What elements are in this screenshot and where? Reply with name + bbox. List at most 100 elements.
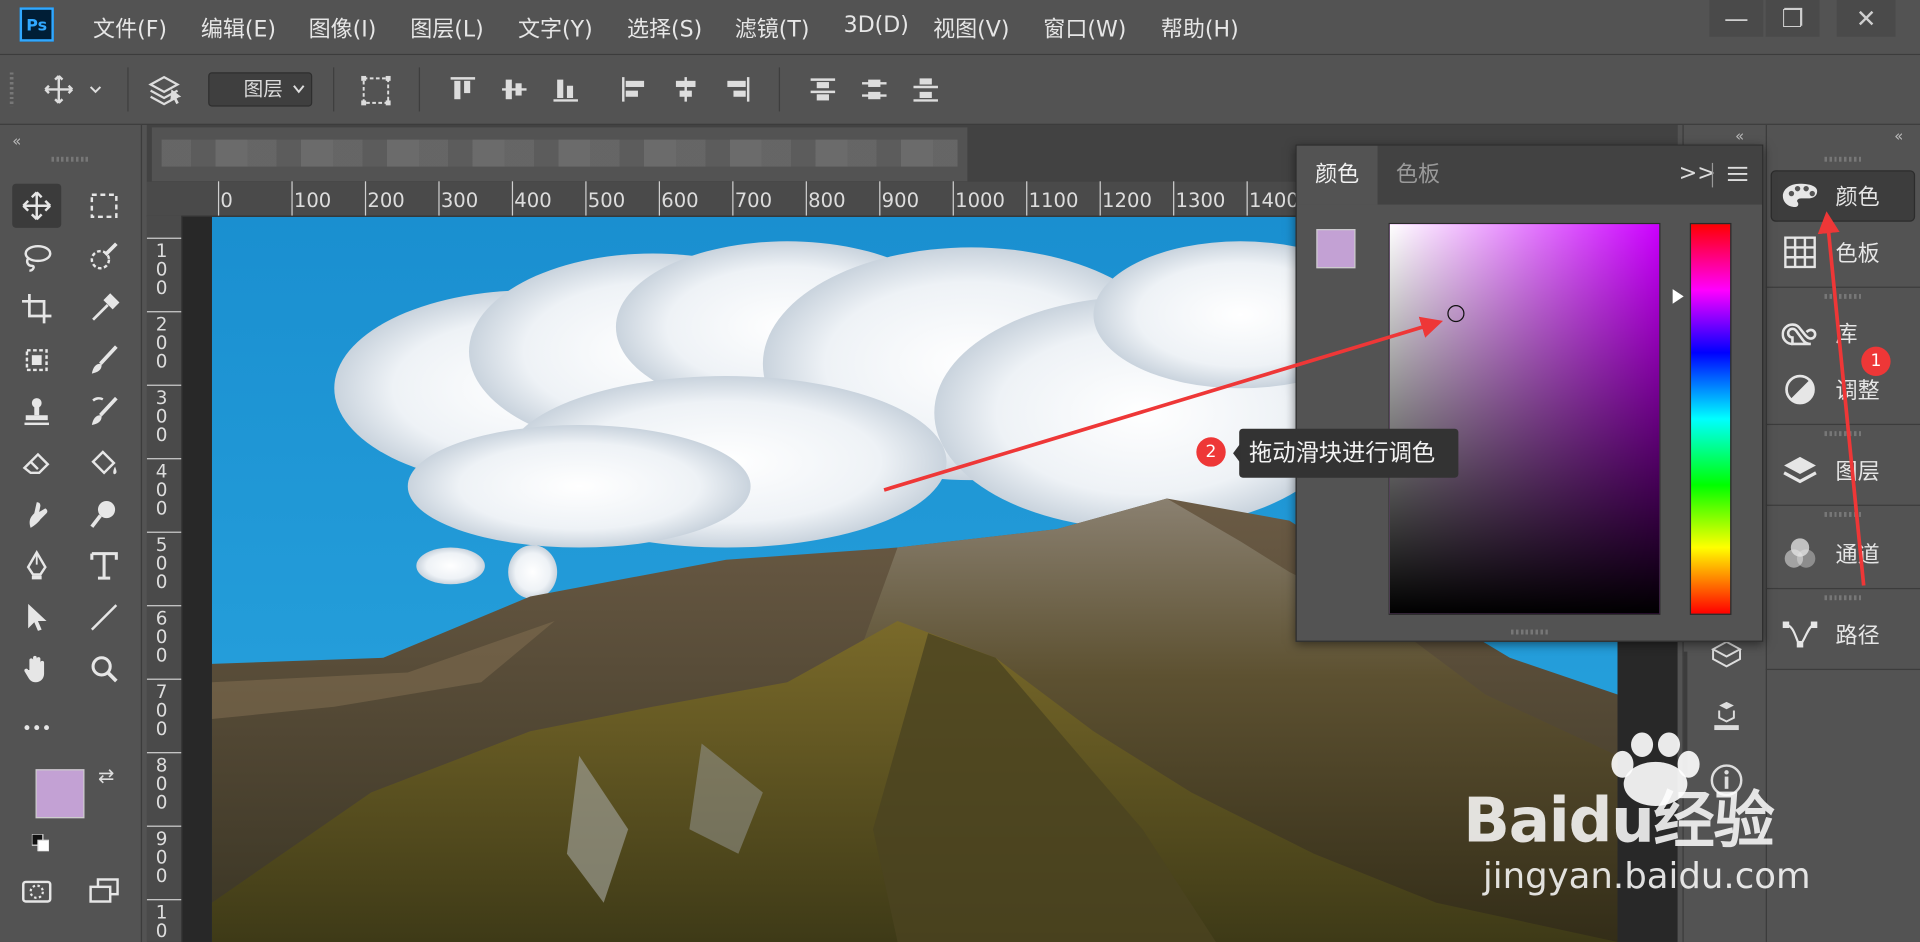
ruler-h-tick <box>1246 181 1248 216</box>
panel-color[interactable]: 颜色 <box>1771 171 1914 221</box>
hue-slider-handle[interactable] <box>1672 289 1684 304</box>
restore-button[interactable]: ❐ <box>1765 0 1820 37</box>
menu-window[interactable]: 窗口(W) <box>1043 12 1126 44</box>
align-vertical-center-icon[interactable] <box>500 75 529 104</box>
eyedropper-tool[interactable] <box>80 287 129 331</box>
path-selection-tool[interactable] <box>12 595 61 639</box>
close-button[interactable]: ✕ <box>1836 0 1896 37</box>
panel-expand-icon[interactable]: >> <box>1679 160 1716 186</box>
menu-select[interactable]: 选择(S) <box>627 12 702 44</box>
panel-paths-label: 路径 <box>1835 623 1880 650</box>
menu-image[interactable]: 图像(I) <box>309 12 377 44</box>
panel-adjustments-label: 调整 <box>1835 378 1880 405</box>
distribute-top-icon[interactable] <box>808 75 837 104</box>
panel-adjustments[interactable]: 调整 <box>1772 365 1914 414</box>
lasso-tool[interactable] <box>12 235 61 279</box>
collapse-dock-icon[interactable]: « <box>1894 127 1903 144</box>
ruler-h-label: 1300 <box>1175 188 1226 212</box>
menu-layer[interactable]: 图层(L) <box>410 12 484 44</box>
color-picker-ring[interactable] <box>1447 305 1465 323</box>
divider <box>1765 668 1920 671</box>
hue-slider[interactable] <box>1689 222 1732 615</box>
ruler-v-label: 300 <box>155 387 168 446</box>
align-top-icon[interactable] <box>448 75 477 104</box>
pen-tool[interactable] <box>12 544 61 588</box>
distribute-bottom-icon[interactable] <box>911 75 940 104</box>
ruler-v-tick <box>146 825 182 827</box>
dock-grip <box>1824 595 1862 601</box>
panel-swatches[interactable]: 色板 <box>1772 228 1914 277</box>
transform-controls-icon[interactable] <box>360 75 391 106</box>
panel-menu-icon[interactable] <box>1727 164 1748 184</box>
grid-icon <box>1782 234 1819 271</box>
collapse-panels-icon[interactable]: « <box>1735 127 1744 144</box>
screen-mode-button[interactable] <box>80 870 129 914</box>
tab-swatches[interactable]: 色板 <box>1378 146 1459 205</box>
align-left-icon[interactable] <box>620 75 649 104</box>
auto-select-icon[interactable] <box>147 75 184 106</box>
menu-view[interactable]: 视图(V) <box>933 12 1009 44</box>
clone-stamp-tool[interactable] <box>12 390 61 434</box>
distribute-vertical-center-icon[interactable] <box>860 75 889 104</box>
ruler-h-label: 200 <box>367 188 405 212</box>
marquee-tool[interactable] <box>80 184 129 228</box>
minimize-button[interactable]: — <box>1709 0 1764 37</box>
type-tool[interactable] <box>80 544 129 588</box>
panel-resize-grip[interactable] <box>1511 629 1548 635</box>
screen-mode-icon <box>89 878 119 903</box>
panel-foreground-swatch[interactable] <box>1316 229 1356 269</box>
panel-channels[interactable]: 通道 <box>1772 529 1914 578</box>
paint-bucket-tool[interactable] <box>80 441 129 485</box>
zoom-tool[interactable] <box>80 647 129 691</box>
ps-logo: Ps <box>19 7 54 42</box>
quick-selection-tool[interactable] <box>80 235 129 279</box>
layers-icon <box>1782 452 1819 489</box>
move-tool[interactable] <box>12 183 62 228</box>
panel-paths[interactable]: 路径 <box>1772 610 1914 659</box>
saturation-brightness-field[interactable] <box>1388 222 1661 615</box>
line-tool[interactable] <box>80 595 129 639</box>
ruler-h-label: 100 <box>293 188 332 212</box>
step-badge-1: 1 <box>1861 346 1891 377</box>
options-bar: 图层 <box>0 55 1920 125</box>
line-icon <box>90 604 118 631</box>
tab-color[interactable]: 颜色 <box>1296 145 1378 205</box>
auto-select-target-dropdown[interactable]: 图层 <box>208 72 313 107</box>
foreground-color-swatch[interactable] <box>35 769 85 819</box>
brush-tool[interactable] <box>80 338 129 382</box>
ruler-h-tick <box>1173 181 1175 216</box>
document-tab[interactable] <box>151 127 968 182</box>
menu-help[interactable]: 帮助(H) <box>1161 12 1239 44</box>
ruler-h-label: 1100 <box>1028 188 1079 212</box>
ruler-v-tick <box>146 752 182 754</box>
quick-mask-button[interactable] <box>12 870 61 914</box>
menu-file[interactable]: 文件(F) <box>93 12 167 44</box>
menu-3d[interactable]: 3D(D) <box>844 12 909 38</box>
swap-colors-icon[interactable]: ⇄ <box>98 764 114 787</box>
properties-panel-icon[interactable] <box>1708 701 1745 738</box>
history-brush-tool[interactable] <box>80 390 129 434</box>
healing-brush-tool[interactable] <box>12 338 61 382</box>
move-tool-preset-icon[interactable] <box>44 75 105 104</box>
menu-edit[interactable]: 编辑(E) <box>201 12 276 44</box>
ruler-h-label: 800 <box>808 188 846 212</box>
hand-tool[interactable] <box>12 647 61 691</box>
align-right-icon[interactable] <box>722 75 751 104</box>
panel-layers[interactable]: 图层 <box>1772 446 1914 495</box>
menu-type[interactable]: 文字(Y) <box>518 12 593 44</box>
dodge-tool[interactable] <box>80 492 129 536</box>
3d-panel-icon[interactable] <box>1708 639 1745 668</box>
align-horizontal-center-icon[interactable] <box>671 75 700 104</box>
align-bottom-icon[interactable] <box>551 75 580 104</box>
ruler-h-label: 600 <box>661 188 699 212</box>
panel-libraries[interactable]: 库 <box>1772 309 1914 358</box>
smudge-tool[interactable] <box>12 492 61 536</box>
ruler-v-label: 500 <box>155 534 168 593</box>
crop-tool[interactable] <box>12 287 61 331</box>
default-colors-icon[interactable] <box>31 833 50 852</box>
edit-toolbar-button[interactable] <box>12 706 61 750</box>
eraser-tool[interactable] <box>12 441 61 485</box>
ruler-v-label: 400 <box>155 460 168 520</box>
collapse-tools-icon[interactable]: « <box>12 132 21 149</box>
menu-filter[interactable]: 滤镜(T) <box>735 12 810 44</box>
